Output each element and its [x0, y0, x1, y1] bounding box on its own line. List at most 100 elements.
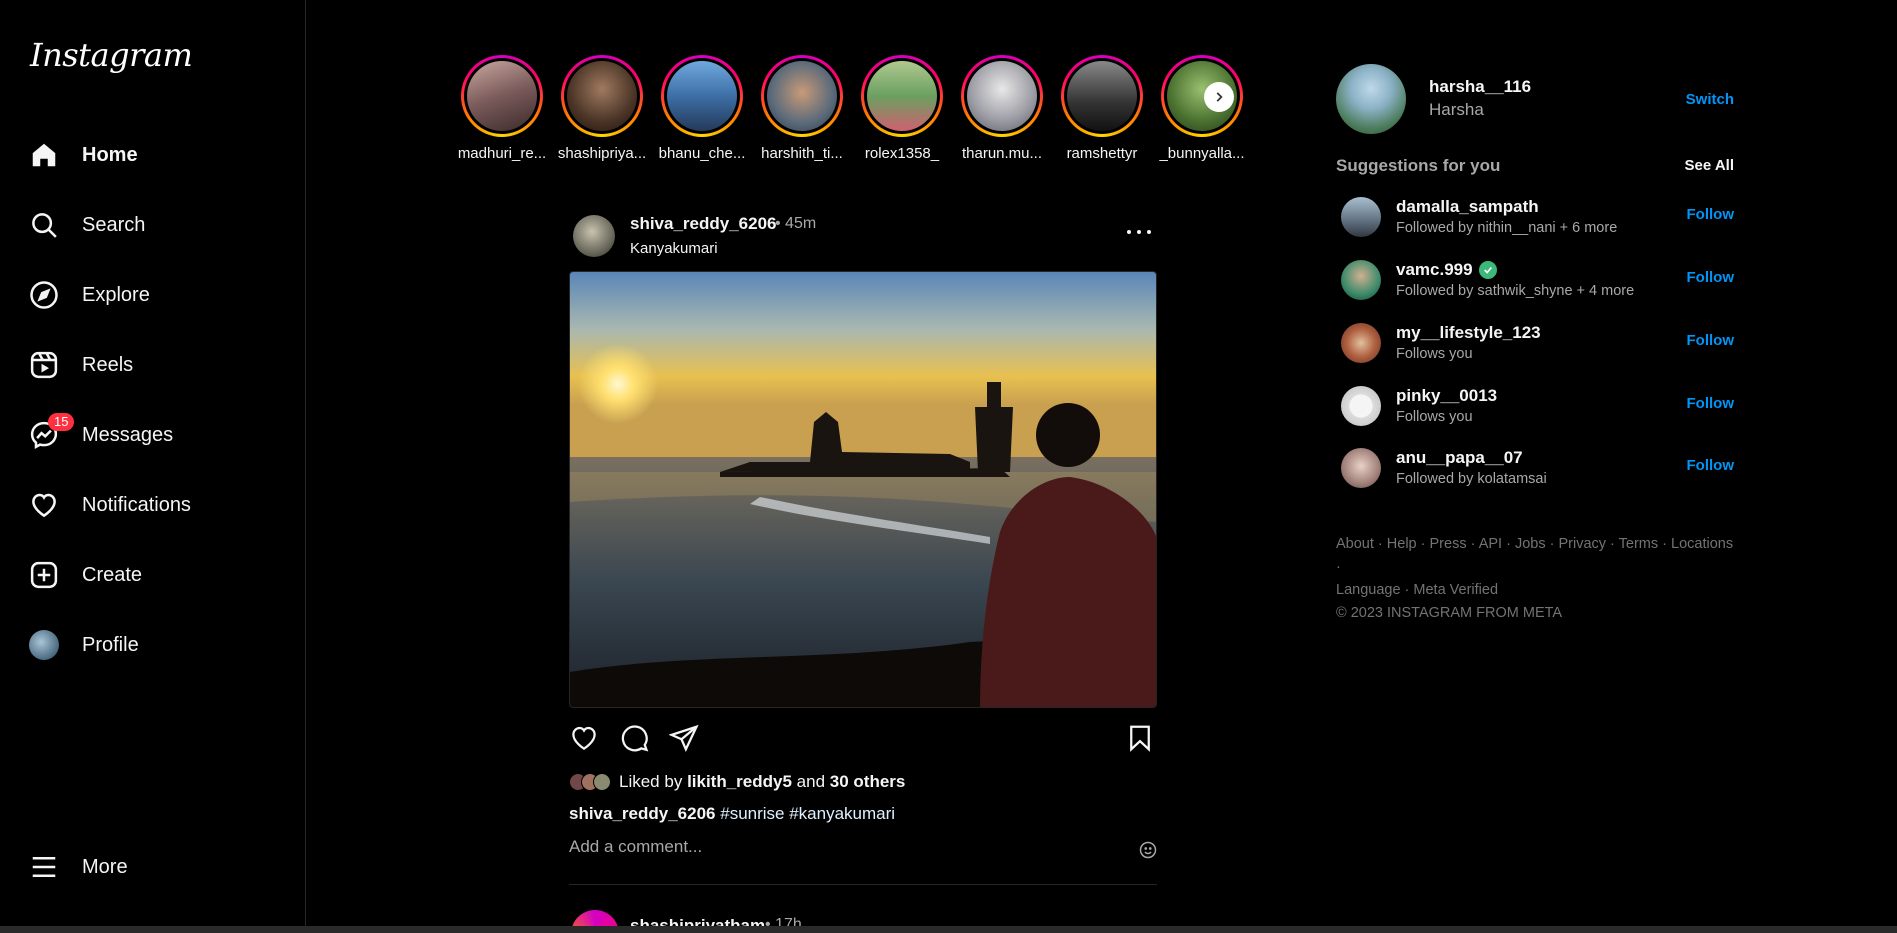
- suggestion-avatar[interactable]: [1341, 197, 1381, 237]
- nav-label: More: [82, 855, 128, 878]
- nav-label: Profile: [82, 633, 139, 656]
- follow-button[interactable]: Follow: [1687, 332, 1735, 349]
- suggestion-row: anu__papa__07 Followed by kolatamsai Fol…: [1336, 443, 1736, 493]
- share-icon[interactable]: [668, 723, 701, 755]
- follow-button[interactable]: Follow: [1687, 395, 1735, 412]
- follow-button[interactable]: Follow: [1687, 269, 1735, 286]
- suggestion-username[interactable]: damalla_sampath: [1396, 197, 1539, 217]
- story-item[interactable]: bhanu_che...: [652, 55, 752, 162]
- follow-button[interactable]: Follow: [1687, 206, 1735, 223]
- caption-hashtags[interactable]: #sunrise #kanyakumari: [720, 804, 895, 823]
- story-username: bhanu_che...: [658, 145, 746, 162]
- nav-notifications[interactable]: Notifications: [28, 481, 288, 529]
- follow-button[interactable]: Follow: [1687, 457, 1735, 474]
- story-avatar: [667, 61, 737, 131]
- footer-link[interactable]: About: [1336, 536, 1374, 552]
- suggestion-avatar[interactable]: [1341, 323, 1381, 363]
- post-avatar[interactable]: [573, 215, 615, 257]
- suggestion-avatar[interactable]: [1341, 386, 1381, 426]
- post-username[interactable]: shiva_reddy_6206: [630, 214, 777, 234]
- post-time: • 45m: [775, 215, 817, 232]
- footer-link[interactable]: Language: [1336, 582, 1401, 598]
- suggestion-row: damalla_sampath Followed by nithin__nani…: [1336, 192, 1736, 242]
- messages-badge: 15: [48, 413, 75, 431]
- feed-post: shiva_reddy_6206 • 45m Kanyakumari Liked…: [569, 205, 1157, 885]
- post-header: shiva_reddy_6206 • 45m Kanyakumari: [569, 205, 1157, 275]
- footer-link[interactable]: Meta Verified: [1413, 582, 1498, 598]
- story-username: ramshettyr: [1066, 145, 1138, 162]
- nav-messages[interactable]: 15 Messages: [28, 411, 288, 459]
- nav-label: Notifications: [82, 493, 191, 516]
- suggestion-row: my__lifestyle_123 Follows you Follow: [1336, 318, 1736, 368]
- bookmark-icon[interactable]: [1125, 723, 1157, 755]
- nav-profile[interactable]: Profile: [28, 621, 288, 669]
- story-item[interactable]: ramshettyr: [1052, 55, 1152, 162]
- suggestion-avatar[interactable]: [1341, 260, 1381, 300]
- story-item[interactable]: tharun.mu...: [952, 55, 1052, 162]
- nav-explore[interactable]: Explore: [28, 271, 288, 319]
- story-item[interactable]: shashipriya...: [552, 55, 652, 162]
- sidebar: Instagram Home Search Explore Reels 15 M…: [0, 0, 306, 933]
- liked-prefix: Liked by: [619, 772, 683, 791]
- footer-link[interactable]: Press: [1430, 536, 1467, 552]
- liker-avatars: [569, 773, 611, 791]
- instagram-logo[interactable]: Instagram: [30, 36, 193, 74]
- liked-others[interactable]: 30 others: [830, 772, 906, 792]
- suggestion-username[interactable]: my__lifestyle_123: [1396, 323, 1541, 343]
- reels-icon: [28, 349, 60, 381]
- post-caption: shiva_reddy_6206 #sunrise #kanyakumari: [569, 804, 895, 824]
- home-icon: [28, 139, 60, 171]
- story-username: tharun.mu...: [961, 145, 1043, 162]
- story-item[interactable]: rolex1358_: [852, 55, 952, 162]
- nav-label: Search: [82, 213, 146, 236]
- footer-link[interactable]: Terms: [1619, 536, 1658, 552]
- story-item[interactable]: madhuri_re...: [452, 55, 552, 162]
- verified-badge-icon: [1478, 261, 1497, 279]
- footer-link[interactable]: Privacy: [1558, 536, 1606, 552]
- see-all-button[interactable]: See All: [1685, 157, 1734, 174]
- footer-link[interactable]: Locations: [1671, 536, 1733, 552]
- window-bottom-edge: [0, 926, 1897, 933]
- post-location[interactable]: Kanyakumari: [630, 240, 718, 257]
- compass-icon: [28, 279, 60, 311]
- story-avatar: [767, 61, 837, 131]
- nav-search[interactable]: Search: [28, 201, 288, 249]
- nav-home[interactable]: Home: [28, 131, 288, 179]
- plus-square-icon: [28, 559, 60, 591]
- nav-label: Create: [82, 563, 143, 586]
- footer-link[interactable]: Help: [1387, 536, 1417, 552]
- chevron-right-icon: [1216, 92, 1223, 102]
- nav-create[interactable]: Create: [28, 551, 288, 599]
- liked-and: and: [796, 772, 826, 791]
- current-username[interactable]: harsha__116: [1429, 77, 1531, 97]
- suggestion-row: vamc.999 Followed by sathwik_shyne + 4 m…: [1336, 255, 1736, 305]
- post-divider: [569, 884, 1157, 885]
- switch-account-button[interactable]: Switch: [1686, 91, 1734, 108]
- story-username: _bunnyalla...: [1159, 145, 1245, 162]
- add-comment-input[interactable]: Add a comment...: [569, 837, 1157, 861]
- suggestion-username-text[interactable]: vamc.999: [1396, 260, 1473, 280]
- suggestion-username[interactable]: pinky__0013: [1396, 386, 1497, 406]
- story-item[interactable]: harshith_ti...: [752, 55, 852, 162]
- footer-links: About · Help · Press · API · Jobs · Priv…: [1336, 536, 1734, 598]
- current-user-avatar[interactable]: [1336, 64, 1406, 134]
- nav-more[interactable]: More: [28, 843, 288, 891]
- story-username: harshith_ti...: [761, 145, 843, 162]
- story-username: shashipriya...: [557, 145, 647, 162]
- suggestion-username[interactable]: anu__papa__07: [1396, 448, 1523, 468]
- story-avatar: [967, 61, 1037, 131]
- comment-icon[interactable]: [619, 723, 651, 755]
- post-actions: [569, 723, 1157, 757]
- suggestion-avatar[interactable]: [1341, 448, 1381, 488]
- liked-user[interactable]: likith_reddy5: [687, 772, 792, 792]
- footer-link[interactable]: Jobs: [1515, 536, 1546, 552]
- stories-next-button[interactable]: [1204, 82, 1234, 112]
- story-item[interactable]: _bunnyalla...: [1152, 55, 1252, 162]
- more-options-icon[interactable]: [1127, 227, 1151, 237]
- caption-username[interactable]: shiva_reddy_6206: [569, 804, 716, 823]
- emoji-icon[interactable]: [1139, 841, 1157, 859]
- nav-reels[interactable]: Reels: [28, 341, 288, 389]
- like-heart-icon[interactable]: [569, 723, 601, 755]
- post-image[interactable]: [569, 271, 1157, 708]
- footer-link[interactable]: API: [1479, 536, 1502, 552]
